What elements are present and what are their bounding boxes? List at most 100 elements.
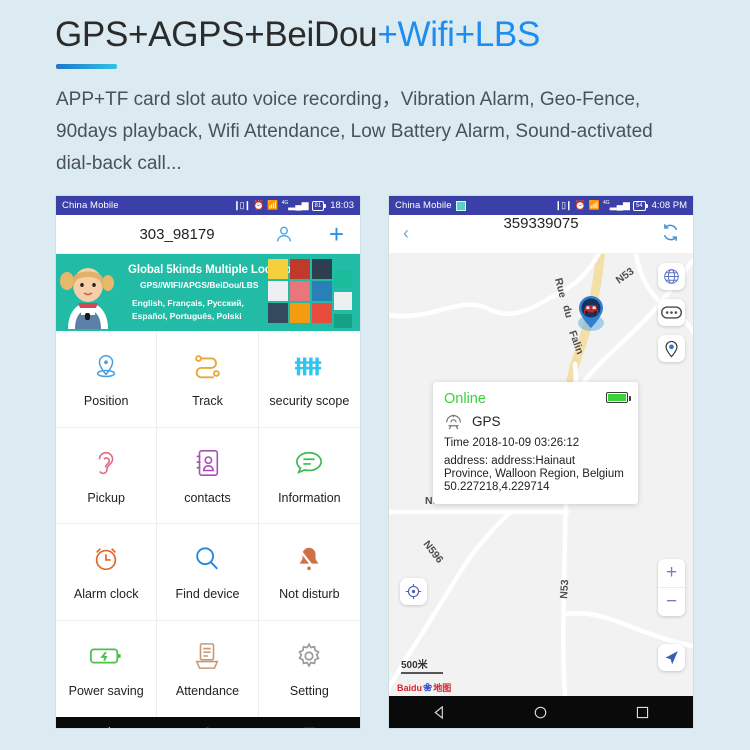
battery-icon: 54 (632, 200, 648, 211)
device-battery-icon (606, 392, 631, 403)
vibrate-icon: ❙▯❙ (554, 200, 573, 210)
sim-badge-icon (455, 200, 466, 211)
right-status-bar: China Mobile ❙▯❙ ⏰ 📶 4G▂▄▆ 54 4:08 PM (389, 196, 693, 215)
address-line-1: address: address:Hainaut (444, 455, 576, 467)
address-line-2: Province, Walloon Region, Belgium (444, 468, 624, 480)
zoom-in-button[interactable]: + (658, 559, 685, 588)
back-triangle-icon[interactable] (432, 705, 447, 720)
device-id-label: 359339075 (503, 215, 579, 232)
location-pin-icon (91, 349, 121, 383)
plus-icon[interactable]: + (329, 221, 344, 247)
title-accent-bar (56, 64, 117, 69)
ear-icon (92, 446, 120, 480)
grid-label: Information (278, 490, 341, 505)
vibrate-icon: ❙▯❙ (233, 200, 251, 210)
home-circle-icon[interactable] (200, 726, 215, 728)
alarm-clock-icon (91, 542, 121, 576)
page-title-main: GPS+AGPS+BeiDou (55, 15, 378, 54)
recents-square-icon[interactable] (302, 726, 317, 728)
map-scale-line (401, 672, 443, 674)
gear-icon (295, 639, 323, 673)
page-title-accent: +Wifi+LBS (377, 15, 540, 54)
attendance-icon (193, 639, 221, 673)
magnifier-icon (193, 542, 221, 576)
grid-item-track[interactable]: Track (157, 331, 259, 428)
zoom-out-button[interactable]: − (658, 588, 685, 616)
grid-item-contacts[interactable]: contacts (157, 427, 259, 524)
message-icon (294, 446, 324, 480)
user-icon[interactable] (274, 224, 294, 244)
map-canvas[interactable]: Rue du Falin N53 N597 N596 N53 (389, 254, 693, 696)
globe-icon[interactable] (658, 263, 685, 290)
right-phone-screenshot: China Mobile ❙▯❙ ⏰ 📶 4G▂▄▆ 54 4:08 PM ‹ … (389, 196, 693, 728)
bell-off-icon (295, 542, 323, 576)
address-line-3: 50.227218,4.229714 (444, 481, 550, 493)
grid-item-not-disturb[interactable]: Not disturb (258, 524, 360, 621)
grid-label: Not disturb (279, 587, 340, 602)
alarm-icon: ⏰ (574, 200, 586, 210)
grid-label: Position (83, 394, 129, 409)
gps-source-label: GPS (472, 414, 501, 429)
battery-icon: 81 (311, 200, 326, 211)
grid-label: Attendance (175, 684, 240, 699)
network-type-label: 4G (281, 200, 289, 206)
alarm-icon: ⏰ (253, 200, 265, 210)
grid-item-alarm-clock[interactable]: Alarm clock (56, 524, 158, 621)
home-circle-icon[interactable] (533, 705, 548, 720)
attribution-suffix: 地图 (433, 683, 452, 693)
clock-label: 4:08 PM (651, 200, 687, 211)
left-phone-screenshot: China Mobile ❙▯❙ ⏰ 📶 4G▂▄▆ 81 18:03 303_… (56, 196, 360, 728)
grid-label: contacts (184, 490, 231, 505)
grid-label: Track (192, 394, 223, 409)
grid-item-attendance[interactable]: Attendance (157, 620, 259, 717)
satellite-icon (446, 414, 461, 430)
wifi-icon: 📶 (267, 200, 279, 210)
carrier-label: China Mobile (395, 200, 452, 211)
device-id-label: 303_98179 (139, 225, 215, 243)
fence-icon (294, 349, 324, 383)
signal-icon: 4G▂▄▆ (603, 200, 630, 210)
cubes-decoration (268, 259, 352, 328)
wifi-icon: 📶 (588, 200, 601, 210)
grid-item-position[interactable]: Position (56, 331, 158, 428)
grid-label: Pickup (87, 490, 125, 505)
grid-label: Find device (175, 587, 240, 602)
carrier-label: China Mobile (62, 200, 119, 211)
car-marker-icon[interactable] (573, 294, 609, 336)
grid-item-setting[interactable]: Setting (259, 621, 360, 718)
battery-bolt-icon (89, 639, 123, 673)
back-triangle-icon[interactable] (99, 726, 114, 728)
right-android-navbar (389, 696, 693, 728)
map-side-buttons (658, 263, 685, 362)
more-dots-icon[interactable] (658, 299, 685, 326)
left-android-navbar (56, 717, 360, 728)
left-app-bar: 303_98179 + (56, 215, 360, 254)
attribution-label: Baidu (397, 682, 423, 693)
promo-banner[interactable]: Global 5kinds Multiple Location GPS//WIF… (56, 257, 360, 331)
paw-icon: ❀ (423, 682, 433, 694)
grid-item-find-device[interactable]: Find device (157, 524, 259, 621)
road-label: N53 (558, 579, 571, 599)
page-root: GPS+AGPS+BeiDou+Wifi+LBS APP+TF card slo… (0, 0, 750, 750)
navigation-arrow-icon[interactable] (658, 644, 685, 671)
left-status-bar: China Mobile ❙▯❙ ⏰ 📶 4G▂▄▆ 81 18:03 (56, 196, 360, 215)
map-attribution: Baidu ❀ 地图 (397, 681, 451, 694)
refresh-icon[interactable] (661, 223, 680, 242)
grid-item-power-saving[interactable]: Power saving (56, 620, 158, 717)
device-info-card[interactable]: Online GPS Time 2018-10-09 03:26:12 addr… (433, 382, 638, 504)
network-type-label: 4G (603, 200, 610, 206)
grid-item-information[interactable]: Information (258, 428, 360, 524)
map-scale-label: 500米 (401, 660, 428, 671)
location-time: Time 2018-10-09 03:26:12 (444, 437, 580, 449)
grid-item-security-scope[interactable]: security scope (258, 331, 360, 428)
page-title: GPS+AGPS+BeiDou+Wifi+LBS (55, 13, 540, 57)
grid-label: Setting (289, 684, 329, 699)
map-pin-icon[interactable] (658, 335, 685, 362)
recents-square-icon[interactable] (635, 705, 650, 720)
crosshair-icon[interactable] (400, 578, 427, 605)
grid-item-pickup[interactable]: Pickup (56, 427, 158, 524)
feature-grid: Position Track security scope Pickup con… (56, 331, 360, 717)
map-scale: 500米 (401, 656, 443, 674)
grid-label: security scope (269, 394, 350, 409)
clock-label: 18:03 (330, 200, 354, 211)
